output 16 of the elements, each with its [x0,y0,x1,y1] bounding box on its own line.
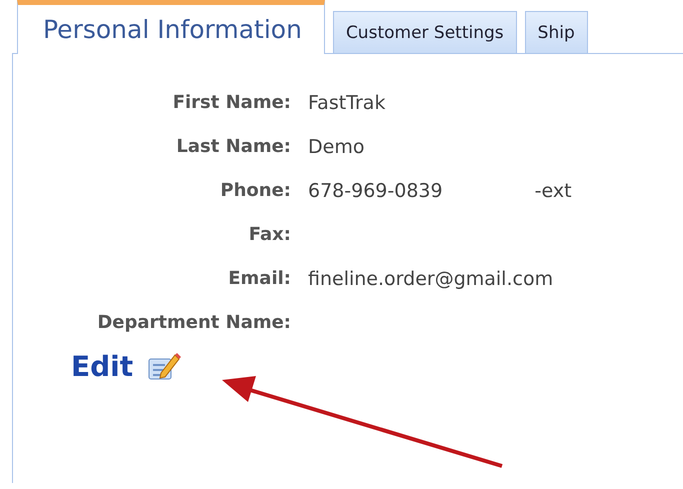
tab[interactable]: Personal Information [17,0,325,54]
edit-link[interactable]: Edit [71,350,134,383]
tab[interactable]: Customer Settings [332,11,517,53]
field-label: First Name: [172,91,291,115]
field-label: Last Name: [175,135,291,159]
field-label: Phone: [219,179,291,203]
field-label: Email: [227,267,291,291]
field-label: Department Name: [96,311,291,335]
field-value: 678-969-0839 [308,179,443,204]
tab[interactable]: Ship [524,11,588,53]
field-label: Fax: [248,223,291,247]
edit-note-icon[interactable] [147,350,182,382]
extension-label: -ext [534,179,572,204]
field-value: Demo [308,135,364,160]
field-value: fineline.order@gmail.com [308,267,554,292]
field-value: FastTrak [308,91,386,116]
